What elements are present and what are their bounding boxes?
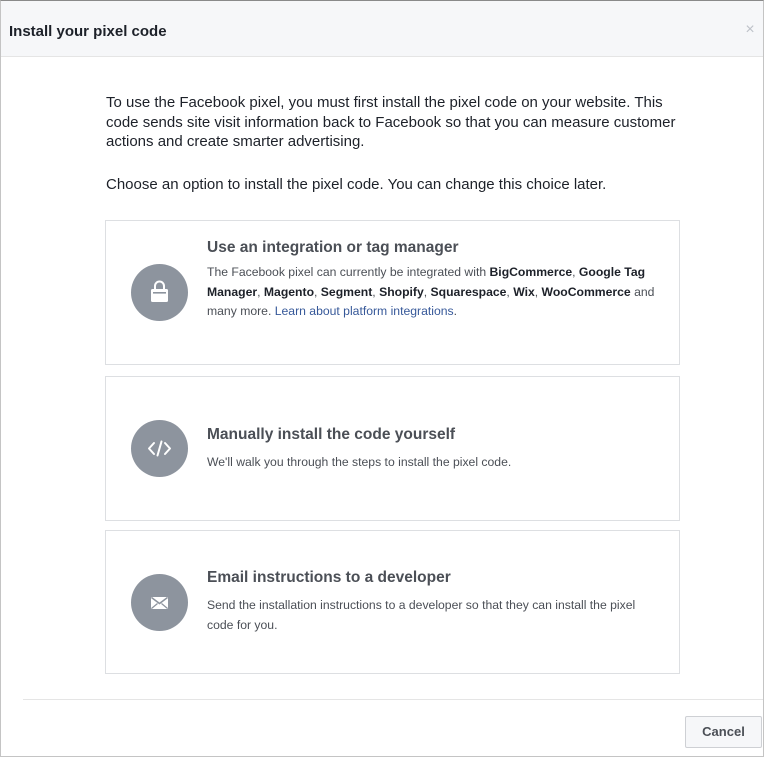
choose-option-text: Choose an option to install the pixel co… xyxy=(106,176,607,193)
separator: , xyxy=(257,284,264,299)
install-pixel-dialog: Install your pixel code × To use the Fac… xyxy=(0,0,764,757)
close-icon[interactable]: × xyxy=(743,22,757,38)
footer-divider xyxy=(23,699,763,700)
option-integration-title: Use an integration or tag manager xyxy=(207,239,459,256)
separator: , xyxy=(534,284,542,299)
platform-magento: Magento xyxy=(263,284,315,299)
desc-prefix: The Facebook pixel can currently be inte… xyxy=(207,265,490,279)
option-integration-card[interactable]: Use an integration or tag manager The Fa… xyxy=(105,220,680,365)
option-email-desc: Send the installation instructions to a … xyxy=(207,598,636,632)
desc-end: . xyxy=(453,304,457,318)
option-email-card[interactable]: Email instructions to a developer Send t… xyxy=(105,530,680,674)
option-email-title: Email instructions to a developer xyxy=(207,569,451,586)
platform-squarespace: Squarespace xyxy=(430,284,507,299)
separator: , xyxy=(423,284,431,299)
platform-bigcommerce: BigCommerce xyxy=(489,265,573,279)
envelope-icon xyxy=(131,574,188,631)
dialog-header: Install your pixel code × xyxy=(1,1,763,57)
option-manual-title: Manually install the code yourself xyxy=(207,426,456,443)
shopping-bag-icon xyxy=(131,264,188,321)
platform-shopify: Shopify xyxy=(379,284,424,299)
platform-woocommerce: WooCommerce xyxy=(541,284,631,299)
separator: , xyxy=(314,284,321,299)
intro-text: To use the Facebook pixel, you must firs… xyxy=(106,94,676,150)
dialog-title: Install your pixel code xyxy=(9,23,167,40)
code-icon xyxy=(131,420,188,477)
platform-segment: Segment xyxy=(320,284,373,299)
option-integration-desc: The Facebook pixel can currently be inte… xyxy=(207,263,657,322)
cancel-button[interactable]: Cancel xyxy=(685,716,762,748)
option-manual-desc: We'll walk you through the steps to inst… xyxy=(207,455,512,469)
platform-wix: Wix xyxy=(513,284,535,299)
separator: , xyxy=(572,265,579,279)
option-manual-card[interactable]: Manually install the code yourself We'll… xyxy=(105,376,680,521)
learn-platform-integrations-link[interactable]: Learn about platform integrations xyxy=(275,304,454,318)
